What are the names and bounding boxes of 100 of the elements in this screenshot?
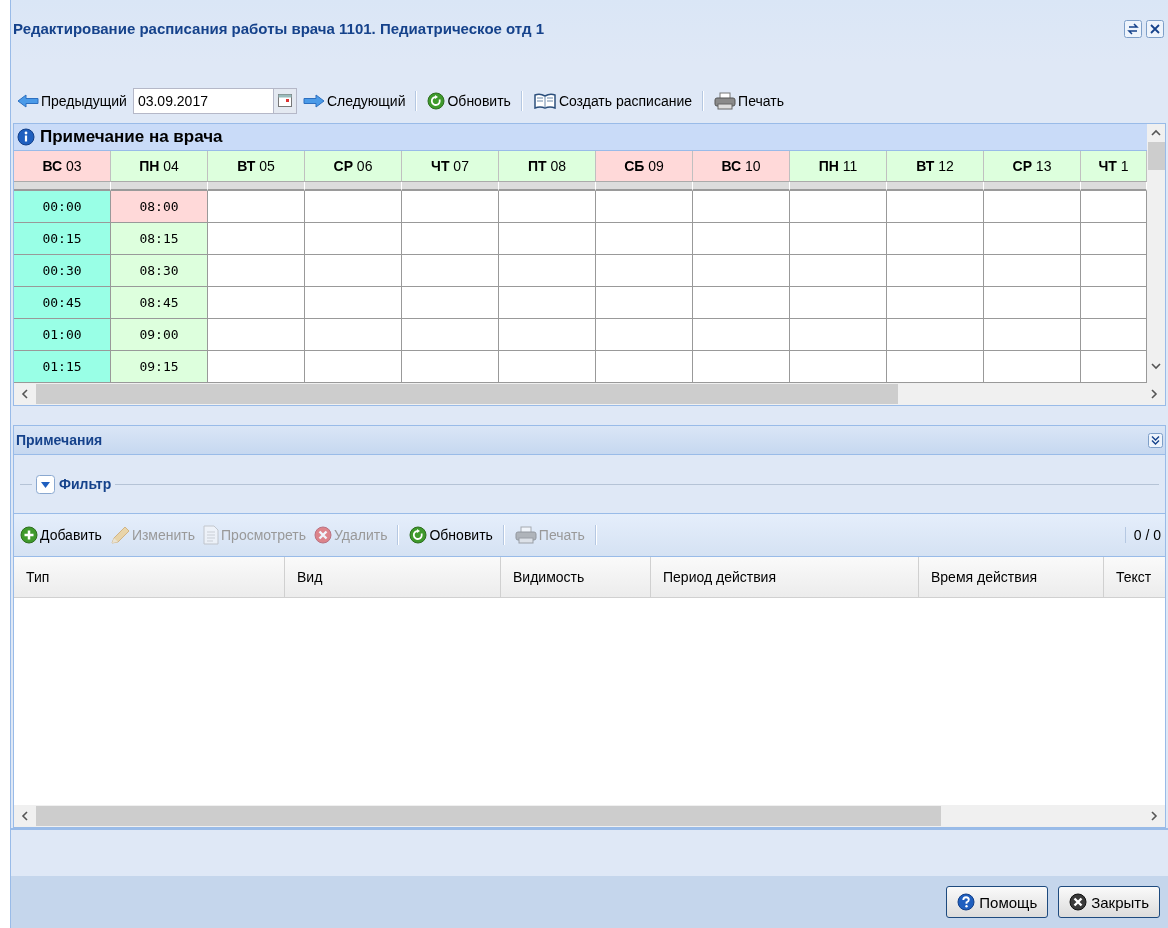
time-slot[interactable]: 08:45 [111, 287, 208, 319]
schedule-cell[interactable] [596, 319, 693, 351]
time-slot[interactable]: 08:00 [111, 191, 208, 223]
schedule-cell[interactable] [887, 255, 984, 287]
schedule-cell[interactable] [887, 319, 984, 351]
scrollbar-thumb[interactable] [36, 806, 941, 826]
schedule-cell[interactable] [693, 319, 790, 351]
scroll-right-icon[interactable] [1149, 389, 1159, 399]
schedule-cell[interactable] [499, 255, 596, 287]
day-header[interactable]: ПН 11 [790, 151, 887, 182]
scroll-right-icon[interactable] [1149, 811, 1159, 821]
schedule-cell[interactable] [208, 255, 305, 287]
refresh-button[interactable]: Обновить [407, 524, 495, 546]
time-slot[interactable]: 01:15 [14, 351, 111, 383]
schedule-cell[interactable] [790, 223, 887, 255]
time-slot[interactable]: 00:15 [14, 223, 111, 255]
schedule-cell[interactable] [596, 191, 693, 223]
time-slot[interactable]: 00:30 [14, 255, 111, 287]
help-button[interactable]: Помощь [946, 886, 1049, 918]
schedule-cell[interactable] [693, 287, 790, 319]
day-header[interactable]: ЧТ 1 [1081, 151, 1147, 182]
schedule-cell[interactable] [693, 223, 790, 255]
schedule-cell[interactable] [984, 319, 1081, 351]
day-header[interactable]: СР 06 [305, 151, 402, 182]
schedule-cell[interactable] [790, 255, 887, 287]
vertical-scrollbar[interactable] [1147, 124, 1165, 383]
scroll-left-icon[interactable] [20, 811, 30, 821]
schedule-cell[interactable] [499, 319, 596, 351]
schedule-cell[interactable] [499, 191, 596, 223]
schedule-cell[interactable] [984, 255, 1081, 287]
print-button[interactable]: Печать [712, 90, 786, 112]
schedule-cell[interactable] [499, 287, 596, 319]
schedule-cell[interactable] [984, 287, 1081, 319]
column-header[interactable]: Время действия [919, 557, 1104, 597]
close-button[interactable]: Закрыть [1058, 886, 1160, 918]
scrollbar-thumb[interactable] [36, 384, 898, 404]
schedule-cell[interactable] [305, 287, 402, 319]
schedule-cell[interactable] [402, 191, 499, 223]
schedule-cell[interactable] [596, 223, 693, 255]
schedule-cell[interactable] [887, 191, 984, 223]
day-header[interactable]: ЧТ 07 [402, 151, 499, 182]
swap-icon[interactable] [1124, 20, 1142, 38]
schedule-cell[interactable] [305, 191, 402, 223]
schedule-cell[interactable] [596, 287, 693, 319]
schedule-cell[interactable] [984, 223, 1081, 255]
time-slot[interactable]: 09:00 [111, 319, 208, 351]
schedule-cell[interactable] [402, 287, 499, 319]
day-header[interactable]: ВС 03 [14, 151, 111, 182]
schedule-cell[interactable] [305, 319, 402, 351]
schedule-cell[interactable] [208, 191, 305, 223]
horizontal-scrollbar[interactable] [14, 805, 1165, 827]
filter-toggle[interactable]: Фильтр [36, 474, 112, 494]
schedule-cell[interactable] [693, 191, 790, 223]
schedule-cell[interactable] [887, 223, 984, 255]
column-header[interactable]: Тип [14, 557, 285, 597]
column-header[interactable]: Текст [1104, 557, 1165, 597]
close-icon[interactable] [1146, 20, 1164, 38]
schedule-cell[interactable] [305, 223, 402, 255]
scroll-left-icon[interactable] [20, 389, 30, 399]
date-field[interactable]: 03.09.2017 [132, 88, 273, 114]
scrollbar-thumb[interactable] [1147, 142, 1165, 170]
refresh-button[interactable]: Обновить [425, 90, 513, 112]
time-slot[interactable]: 00:00 [14, 191, 111, 223]
horizontal-scrollbar[interactable] [14, 383, 1165, 405]
schedule-cell[interactable] [208, 319, 305, 351]
schedule-cell[interactable] [790, 287, 887, 319]
schedule-cell[interactable] [984, 191, 1081, 223]
next-button[interactable]: Следующий [300, 91, 408, 111]
day-header[interactable]: ВС 10 [693, 151, 790, 182]
collapse-icon[interactable] [1148, 432, 1163, 448]
time-slot[interactable]: 09:15 [111, 351, 208, 383]
schedule-cell[interactable] [208, 287, 305, 319]
schedule-cell[interactable] [790, 191, 887, 223]
schedule-cell[interactable] [208, 223, 305, 255]
day-header[interactable]: ВТ 12 [887, 151, 984, 182]
day-header[interactable]: ВТ 05 [208, 151, 305, 182]
day-header[interactable]: СР 13 [984, 151, 1081, 182]
time-slot[interactable]: 01:00 [14, 319, 111, 351]
add-button[interactable]: Добавить [18, 524, 104, 546]
column-header[interactable]: Период действия [651, 557, 919, 597]
time-slot[interactable]: 08:30 [111, 255, 208, 287]
schedule-cell[interactable] [790, 319, 887, 351]
time-slot[interactable]: 08:15 [111, 223, 208, 255]
scroll-down-icon[interactable] [1151, 361, 1161, 371]
day-header[interactable]: СБ 09 [596, 151, 693, 182]
schedule-cell[interactable] [693, 255, 790, 287]
day-header[interactable]: ПН 04 [111, 151, 208, 182]
column-header[interactable]: Вид [285, 557, 501, 597]
day-header[interactable]: ПТ 08 [499, 151, 596, 182]
column-header[interactable]: Видимость [501, 557, 651, 597]
schedule-cell[interactable] [402, 223, 499, 255]
schedule-cell[interactable] [305, 255, 402, 287]
schedule-cell[interactable] [499, 223, 596, 255]
create-schedule-button[interactable]: Создать расписание [530, 90, 695, 112]
previous-button[interactable]: Предыдущий [15, 91, 129, 111]
calendar-icon[interactable] [272, 88, 297, 114]
schedule-cell[interactable] [887, 287, 984, 319]
schedule-cell[interactable] [402, 319, 499, 351]
schedule-cell[interactable] [402, 255, 499, 287]
time-slot[interactable]: 00:45 [14, 287, 111, 319]
